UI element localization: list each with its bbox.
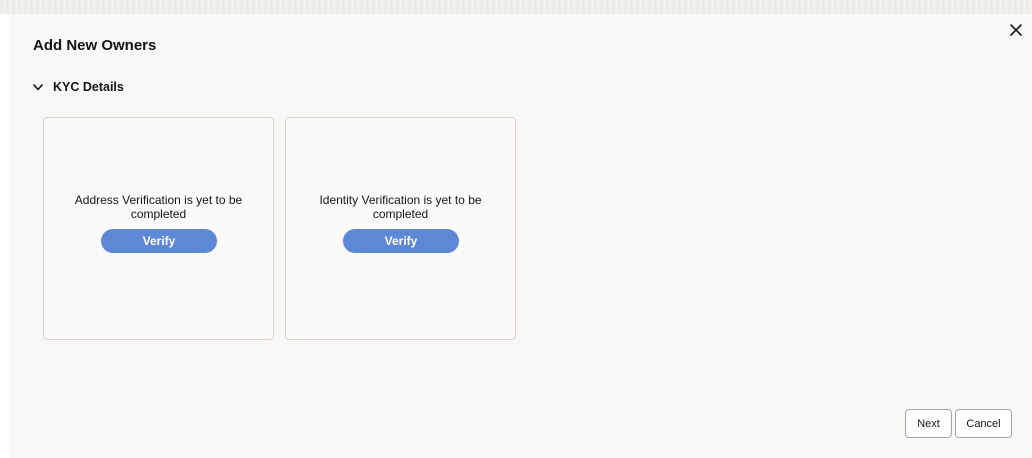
close-button[interactable]	[1006, 20, 1026, 40]
dialog-title: Add New Owners	[33, 37, 157, 54]
verify-address-button[interactable]: Verify	[101, 229, 217, 253]
address-verification-card: Address Verification is yet to be comple…	[43, 117, 274, 340]
verify-identity-button[interactable]: Verify	[343, 229, 459, 253]
identity-verification-status: Identity Verification is yet to be compl…	[319, 193, 482, 221]
next-button[interactable]: Next	[905, 409, 952, 438]
chevron-down-icon	[33, 83, 43, 90]
identity-verification-card: Identity Verification is yet to be compl…	[285, 117, 516, 340]
cancel-button[interactable]: Cancel	[955, 409, 1012, 438]
address-verification-status: Address Verification is yet to be comple…	[74, 193, 243, 221]
section-title: KYC Details	[53, 80, 124, 94]
kyc-details-toggle[interactable]: KYC Details	[33, 78, 124, 96]
close-icon	[1010, 24, 1022, 36]
backdrop-strip	[0, 0, 1032, 14]
